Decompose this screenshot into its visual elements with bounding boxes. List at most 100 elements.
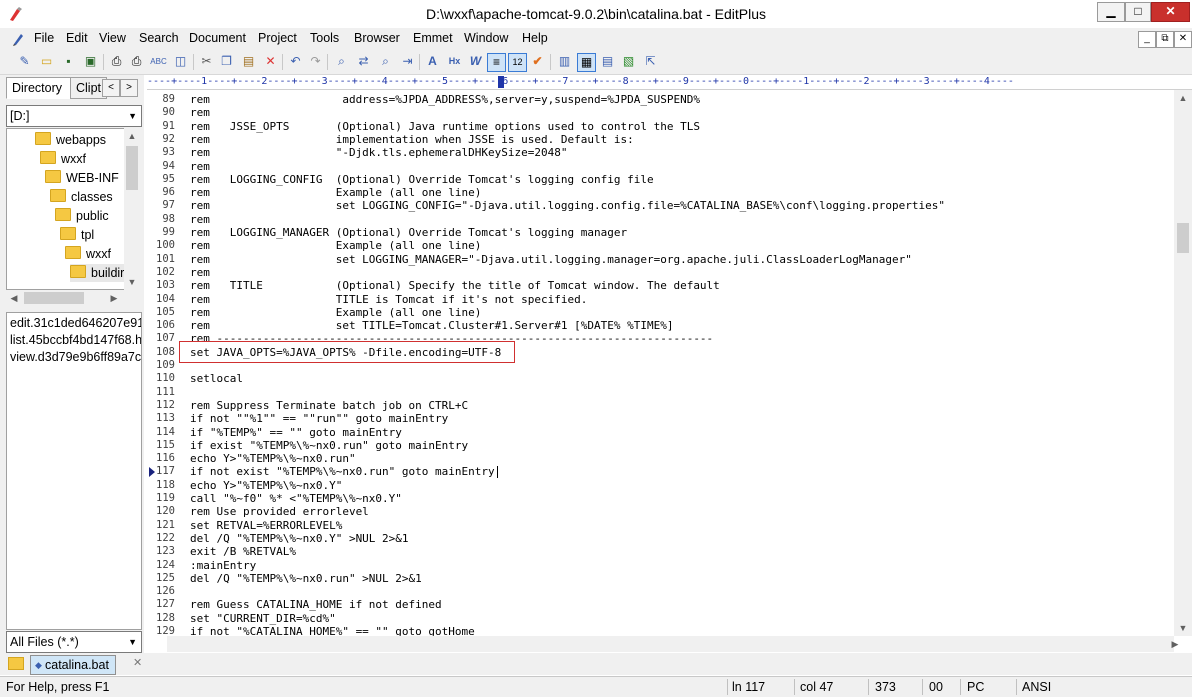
tree-item[interactable]: webapps <box>35 131 106 149</box>
output-window-icon[interactable]: ▤ <box>599 53 616 70</box>
tree-item[interactable]: WEB-INF <box>45 169 119 187</box>
tree-item[interactable]: public <box>55 207 109 225</box>
tree-vertical-scrollbar[interactable]: ▲ ▼ <box>124 128 140 290</box>
code-line[interactable]: del /Q "%TEMP%\%~nx0.run" >NUL 2>&1 <box>190 572 422 585</box>
code-line[interactable]: echo Y>"%TEMP%\%~nx0.Y" <box>190 479 342 492</box>
browser-preview-icon[interactable]: ◫ <box>172 53 189 70</box>
code-line[interactable]: rem set LOGGING_MANAGER="-Djava.util.log… <box>190 253 912 266</box>
paste-icon[interactable]: ▤ <box>240 53 257 70</box>
list-item[interactable]: view.d3d79e9b6ff89a7c <box>10 350 141 364</box>
menu-edit[interactable]: Edit <box>66 31 88 45</box>
goto-line-icon[interactable]: ⇥ <box>399 53 416 70</box>
menu-help[interactable]: Help <box>522 31 548 45</box>
tree-item[interactable]: wxxf <box>65 245 111 263</box>
menu-project[interactable]: Project <box>258 31 297 45</box>
code-line[interactable]: rem Example (all one line) <box>190 239 481 252</box>
code-line[interactable]: del /Q "%TEMP%\%~nx0.Y" >NUL 2>&1 <box>190 532 409 545</box>
code-line[interactable]: rem implementation when JSSE is used. De… <box>190 133 634 146</box>
word-wrap-icon[interactable]: W <box>467 53 484 70</box>
scrollbar-thumb[interactable] <box>126 146 138 190</box>
code-line[interactable]: rem LOGGING_MANAGER (Optional) Override … <box>190 226 627 239</box>
cliptext-window-icon[interactable]: ▦ <box>577 53 596 72</box>
copy-icon[interactable]: ❐ <box>218 53 235 70</box>
code-line[interactable]: rem Suppress Terminate batch job on CTRL… <box>190 399 468 412</box>
list-item[interactable]: list.45bccbf4bd147f68.h <box>10 333 141 347</box>
code-line[interactable]: rem LOGGING_CONFIG (Optional) Override T… <box>190 173 654 186</box>
ruler-icon[interactable]: 12 <box>508 53 527 72</box>
list-item[interactable]: edit.31c1ded646207e91 <box>10 316 141 330</box>
tree-item-selected[interactable]: buildir <box>70 264 125 282</box>
find-icon[interactable]: ⌕ <box>333 53 350 70</box>
code-line[interactable]: rem JSSE_OPTS (Optional) Java runtime op… <box>190 120 700 133</box>
editor-pane[interactable]: ----+----1----+----2----+----3----+----4… <box>147 75 1192 653</box>
code-line[interactable]: call "%~f0" %* <"%TEMP%\%~nx0.Y" <box>190 492 402 505</box>
tree-item[interactable]: classes <box>50 188 113 206</box>
scroll-up-icon[interactable]: ▲ <box>1175 90 1191 106</box>
cut-icon[interactable]: ✂ <box>198 53 215 70</box>
menu-document[interactable]: Document <box>189 31 246 45</box>
menu-browser[interactable]: Browser <box>354 31 400 45</box>
scroll-right-icon[interactable]: ▶ <box>106 290 122 306</box>
menu-emmet[interactable]: Emmet <box>413 31 453 45</box>
scroll-left-icon[interactable]: ◀ <box>6 290 22 306</box>
code-line[interactable]: if not ""%1"" == ""run"" goto mainEntry <box>190 412 448 425</box>
code-line[interactable]: rem address=%JPDA_ADDRESS%,server=y,susp… <box>190 93 700 106</box>
undo-icon[interactable]: ↶ <box>287 53 304 70</box>
code-line[interactable]: if not exist "%TEMP%\%~nx0.run" goto mai… <box>190 465 495 478</box>
tree-horizontal-scrollbar[interactable]: ◀ ▶ <box>6 290 140 306</box>
tool-window-icon[interactable]: ▧ <box>620 53 637 70</box>
code-line[interactable]: if exist "%TEMP%\%~nx0.run" goto mainEnt… <box>190 439 468 452</box>
code-line[interactable]: rem Example (all one line) <box>190 186 481 199</box>
maximize-button[interactable]: □ <box>1125 2 1151 22</box>
code-line[interactable]: :mainEntry <box>190 559 256 572</box>
drive-select[interactable]: [D:] ▼ <box>6 105 142 127</box>
code-line[interactable]: rem Guess CATALINA_HOME if not defined <box>190 598 442 611</box>
print-preview-icon[interactable]: ⎙ <box>108 53 125 70</box>
tab-catalina-bat[interactable]: ◆ catalina.bat <box>30 655 116 675</box>
print-icon[interactable]: ⎙ <box>128 53 145 70</box>
file-filter-select[interactable]: All Files (*.*) ▼ <box>6 631 142 653</box>
mdi-close-button[interactable]: ✕ <box>1174 31 1192 48</box>
replace-icon[interactable]: ⇄ <box>355 53 372 70</box>
code-line[interactable]: rem "-Djdk.tls.ephemeralDHKeySize=2048" <box>190 146 568 159</box>
menu-search[interactable]: Search <box>139 31 179 45</box>
mdi-restore-button[interactable]: ⧉ <box>1156 31 1174 48</box>
scroll-up-icon[interactable]: ▲ <box>124 128 140 144</box>
hex-view-icon[interactable]: Hx <box>446 53 463 70</box>
save-all-icon[interactable]: ▣ <box>82 53 99 70</box>
save-icon[interactable]: ▪ <box>60 53 77 70</box>
code-line[interactable]: rem set LOGGING_CONFIG="-Djava.util.logg… <box>190 199 945 212</box>
line-numbers-icon[interactable]: ≡ <box>487 53 506 72</box>
menu-file[interactable]: File <box>34 31 54 45</box>
tab-scroll-left-button[interactable]: < <box>102 79 120 97</box>
redo-icon[interactable]: ↷ <box>307 53 324 70</box>
check-icon[interactable]: ✔ <box>529 53 546 70</box>
code-line[interactable]: if not "%CATALINA_HOME%" == "" goto gotH… <box>190 625 475 636</box>
tab-scroll-right-button[interactable]: > <box>120 79 138 97</box>
font-icon[interactable]: A <box>424 53 441 70</box>
code-line[interactable]: set "CURRENT_DIR=%cd%" <box>190 612 336 625</box>
tree-item[interactable]: tpl <box>60 226 94 244</box>
code-line[interactable]: rem <box>190 213 210 226</box>
open-folder-icon[interactable]: ▭ <box>38 53 55 70</box>
code-line[interactable]: rem <box>190 160 210 173</box>
delete-icon[interactable]: ✕ <box>262 53 279 70</box>
scrollbar-thumb[interactable] <box>1177 223 1189 253</box>
editor-vertical-scrollbar[interactable]: ▲ ▼ <box>1174 90 1192 636</box>
code-line[interactable]: rem Use provided errorlevel <box>190 505 369 518</box>
menu-view[interactable]: View <box>99 31 126 45</box>
code-line[interactable]: rem <box>190 266 210 279</box>
close-tab-icon[interactable]: ✕ <box>133 656 142 669</box>
directory-window-icon[interactable]: ▥ <box>556 53 573 70</box>
code-line[interactable]: rem set TITLE=Tomcat.Cluster#1.Server#1 … <box>190 319 673 332</box>
tab-directory[interactable]: Directory <box>6 77 75 99</box>
menu-window[interactable]: Window <box>464 31 508 45</box>
mdi-minimize-button[interactable]: _ <box>1138 31 1156 48</box>
minimize-button[interactable]: ▁ <box>1097 2 1125 22</box>
code-line[interactable]: set RETVAL=%ERRORLEVEL% <box>190 519 342 532</box>
scrollbar-thumb[interactable] <box>24 292 84 304</box>
scroll-down-icon[interactable]: ▼ <box>124 274 140 290</box>
scroll-down-icon[interactable]: ▼ <box>1175 620 1191 636</box>
code-line[interactable]: rem Example (all one line) <box>190 306 481 319</box>
find-in-files-icon[interactable]: ⌕ <box>377 53 394 70</box>
